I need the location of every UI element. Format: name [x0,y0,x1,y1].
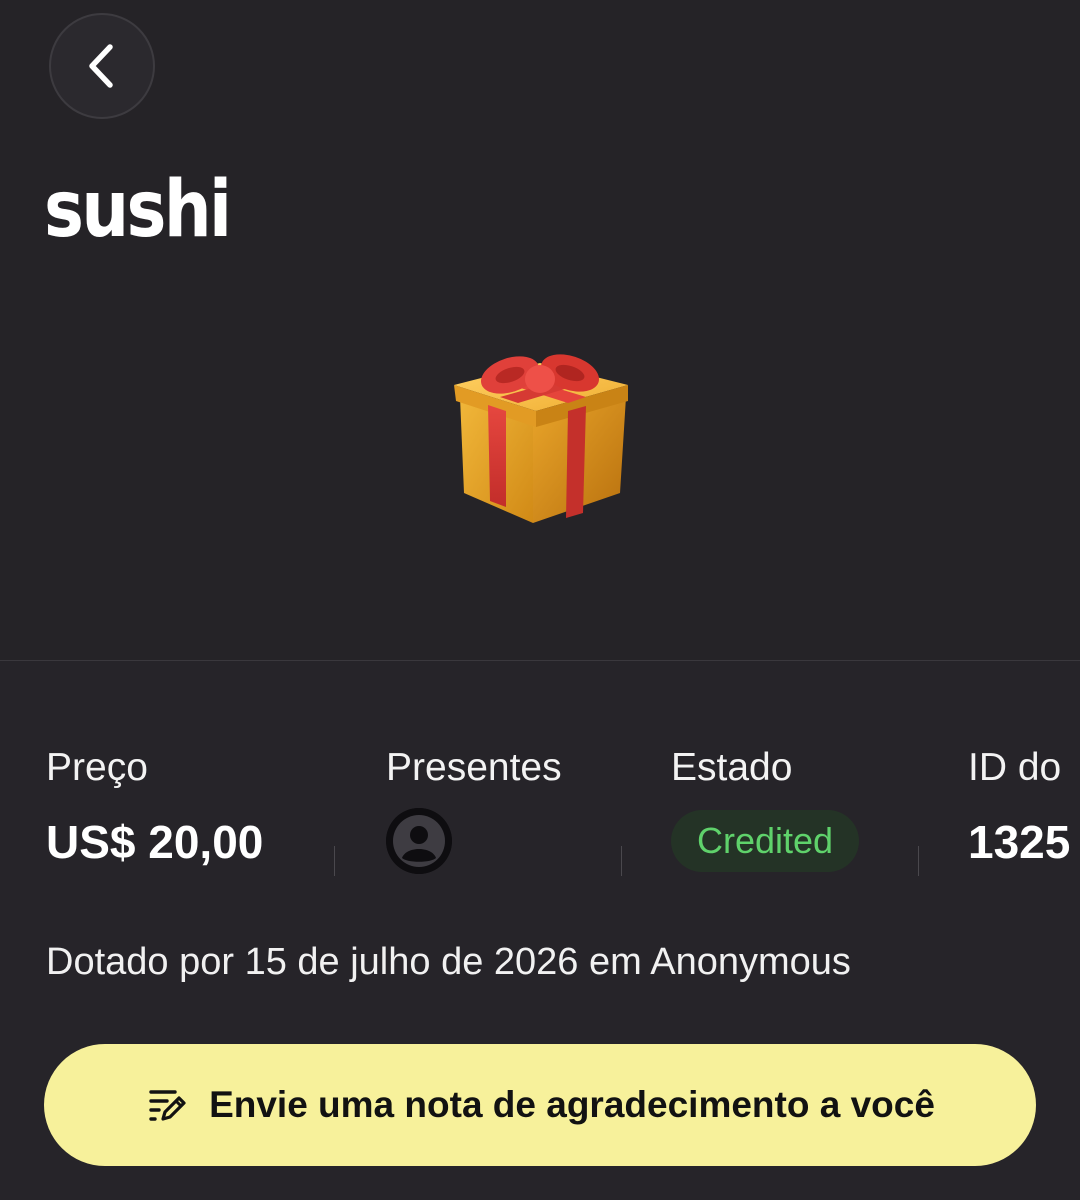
id-value: 1325 [968,816,1071,868]
page-title: sushi [44,165,232,255]
price-value: US$ 20,00 [46,816,264,868]
gifts-stat: Presentes [386,740,562,874]
anonymous-user-icon[interactable] [386,808,452,874]
stat-divider [334,846,335,876]
id-stat: ID do 1325 [968,740,1070,872]
send-thanks-button[interactable]: Envie uma nota de agradecimento a você [44,1044,1036,1166]
write-note-icon [149,1090,186,1121]
status-badge: Credited [671,810,860,872]
chevron-left-icon [89,44,113,88]
gifts-label: Presentes [386,746,562,789]
gift-box-icon [454,354,628,523]
price-stat: Preço US$ 20,00 [46,740,263,872]
gifted-by-text: Dotado por 15 de julho de 2026 em Anonym… [46,941,851,983]
stat-divider [918,846,919,876]
status-stat: Estado Credited [671,740,860,872]
id-label: ID do [968,746,1062,789]
price-label: Preço [46,746,148,789]
back-button[interactable] [49,13,155,119]
send-thanks-label: Envie uma nota de agradecimento a você [209,1084,935,1125]
hero-section: sushi [0,0,1080,661]
stat-divider [621,846,622,876]
stats-row: Preço US$ 20,00 Presentes Estado Credite… [0,740,1080,880]
status-label: Estado [671,746,793,789]
